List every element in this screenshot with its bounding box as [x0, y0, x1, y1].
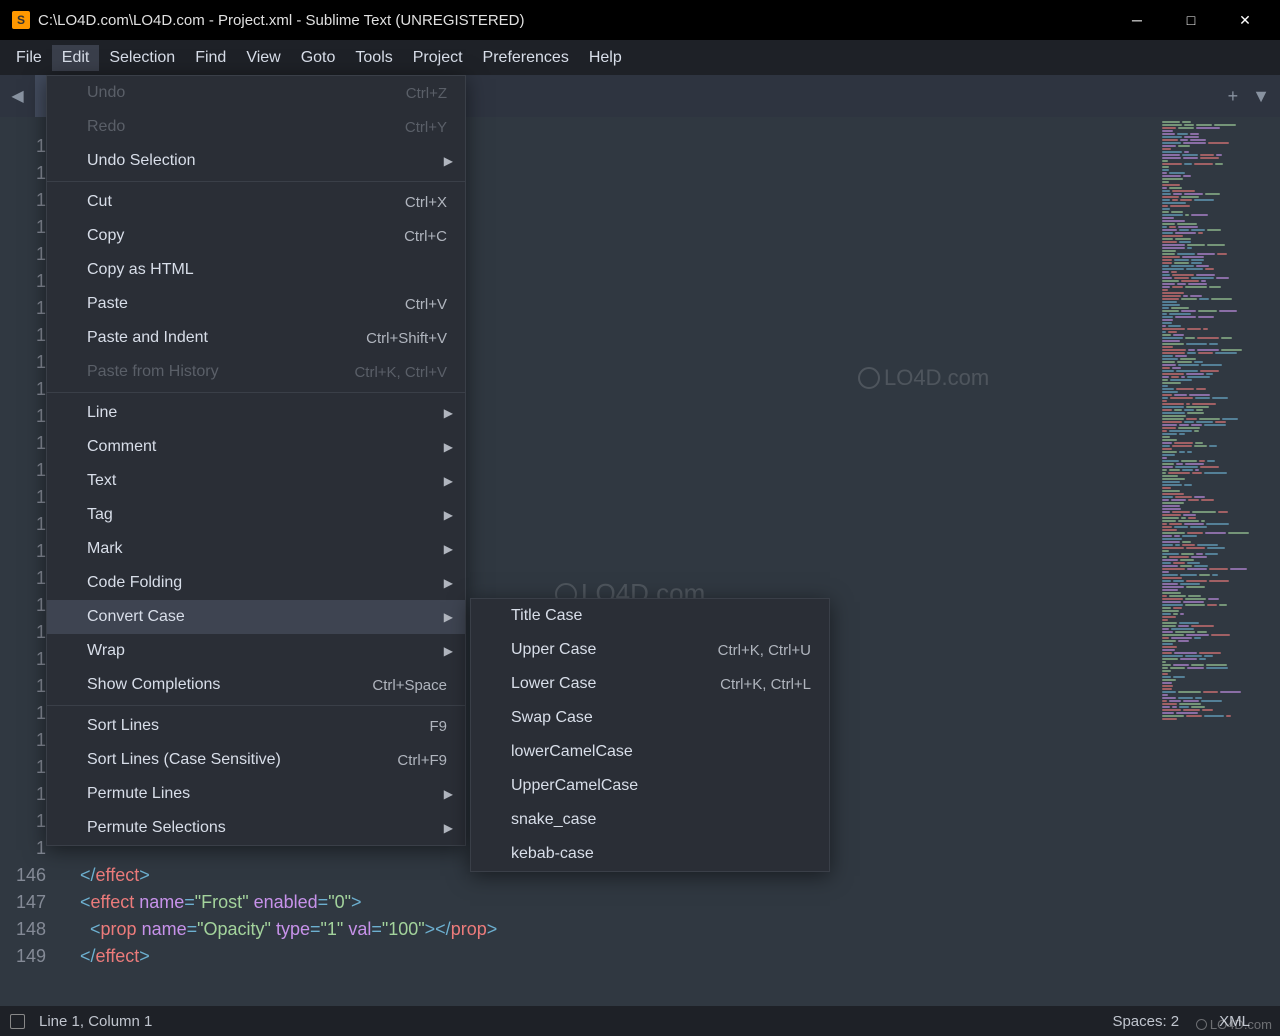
submenu-arrow-icon: ▶ [444, 440, 453, 454]
menu-view[interactable]: View [236, 45, 290, 71]
edit-context-menu: UndoCtrl+ZRedoCtrl+YUndo Selection▶ CutCt… [46, 75, 466, 846]
convert-case-submenu: Title CaseUpper CaseCtrl+K, Ctrl+ULower … [470, 598, 830, 872]
menu-goto[interactable]: Goto [291, 45, 346, 71]
submenu-item-lowercamelcase[interactable]: lowerCamelCase [471, 735, 829, 769]
window-controls: ─ □ ✕ [1122, 12, 1276, 29]
submenu-item-kebab-case[interactable]: kebab-case [471, 837, 829, 871]
status-panel-toggle-icon[interactable] [10, 1014, 25, 1029]
menu-item-redo: RedoCtrl+Y [47, 110, 465, 144]
submenu-arrow-icon: ▶ [444, 154, 453, 168]
close-button[interactable]: ✕ [1230, 12, 1260, 29]
menu-item-show-completions[interactable]: Show CompletionsCtrl+Space [47, 668, 465, 702]
submenu-arrow-icon: ▶ [444, 821, 453, 835]
menu-preferences[interactable]: Preferences [473, 45, 579, 71]
menu-tools[interactable]: Tools [345, 45, 402, 71]
minimap[interactable] [1160, 117, 1270, 1003]
menu-item-permute-selections[interactable]: Permute Selections▶ [47, 811, 465, 845]
submenu-item-snake-case[interactable]: snake_case [471, 803, 829, 837]
tab-dropdown-icon[interactable]: ▼ [1252, 86, 1270, 107]
menu-item-paste[interactable]: PasteCtrl+V [47, 287, 465, 321]
watermark: LO4D.com [1196, 1017, 1272, 1032]
menu-project[interactable]: Project [403, 45, 473, 71]
status-indent[interactable]: Spaces: 2 [1112, 1013, 1179, 1030]
menu-item-comment[interactable]: Comment▶ [47, 430, 465, 464]
menu-item-convert-case[interactable]: Convert Case▶ [47, 600, 465, 634]
menu-edit[interactable]: Edit [52, 45, 100, 71]
menu-selection[interactable]: Selection [99, 45, 185, 71]
menu-item-line[interactable]: Line▶ [47, 396, 465, 430]
menu-item-paste-and-indent[interactable]: Paste and IndentCtrl+Shift+V [47, 321, 465, 355]
tab-nav-prev-icon[interactable]: ◀ [0, 75, 35, 117]
submenu-arrow-icon: ▶ [444, 576, 453, 590]
menu-item-cut[interactable]: CutCtrl+X [47, 185, 465, 219]
submenu-arrow-icon: ▶ [444, 644, 453, 658]
submenu-item-lower-case[interactable]: Lower CaseCtrl+K, Ctrl+L [471, 667, 829, 701]
submenu-item-uppercamelcase[interactable]: UpperCamelCase [471, 769, 829, 803]
menu-item-paste-from-history: Paste from HistoryCtrl+K, Ctrl+V [47, 355, 465, 389]
submenu-arrow-icon: ▶ [444, 787, 453, 801]
submenu-arrow-icon: ▶ [444, 474, 453, 488]
menu-item-code-folding[interactable]: Code Folding▶ [47, 566, 465, 600]
menu-item-sort-lines-case-sensitive-[interactable]: Sort Lines (Case Sensitive)Ctrl+F9 [47, 743, 465, 777]
menu-item-mark[interactable]: Mark▶ [47, 532, 465, 566]
menu-item-wrap[interactable]: Wrap▶ [47, 634, 465, 668]
maximize-button[interactable]: □ [1176, 12, 1206, 29]
submenu-arrow-icon: ▶ [444, 542, 453, 556]
status-cursor-position: Line 1, Column 1 [39, 1013, 152, 1030]
submenu-arrow-icon: ▶ [444, 406, 453, 420]
menu-help[interactable]: Help [579, 45, 632, 71]
menu-item-permute-lines[interactable]: Permute Lines▶ [47, 777, 465, 811]
titlebar: S C:\LO4D.com\LO4D.com - Project.xml - S… [0, 0, 1280, 40]
submenu-arrow-icon: ▶ [444, 508, 453, 522]
submenu-item-title-case[interactable]: Title Case [471, 599, 829, 633]
menu-item-copy[interactable]: CopyCtrl+C [47, 219, 465, 253]
submenu-item-swap-case[interactable]: Swap Case [471, 701, 829, 735]
menu-item-copy-as-html[interactable]: Copy as HTML [47, 253, 465, 287]
submenu-arrow-icon: ▶ [444, 610, 453, 624]
submenu-item-upper-case[interactable]: Upper CaseCtrl+K, Ctrl+U [471, 633, 829, 667]
menu-file[interactable]: File [6, 45, 52, 71]
menu-item-tag[interactable]: Tag▶ [47, 498, 465, 532]
menu-item-sort-lines[interactable]: Sort LinesF9 [47, 709, 465, 743]
window-title: C:\LO4D.com\LO4D.com - Project.xml - Sub… [38, 12, 1122, 29]
new-tab-icon[interactable]: + [1228, 86, 1239, 107]
statusbar: Line 1, Column 1 Spaces: 2 XML [0, 1006, 1280, 1036]
menu-item-undo-selection[interactable]: Undo Selection▶ [47, 144, 465, 178]
minimize-button[interactable]: ─ [1122, 12, 1152, 29]
app-icon: S [12, 11, 30, 29]
menu-item-text[interactable]: Text▶ [47, 464, 465, 498]
menu-find[interactable]: Find [185, 45, 236, 71]
menubar: FileEditSelectionFindViewGotoToolsProjec… [0, 40, 1280, 75]
menu-item-undo: UndoCtrl+Z [47, 76, 465, 110]
